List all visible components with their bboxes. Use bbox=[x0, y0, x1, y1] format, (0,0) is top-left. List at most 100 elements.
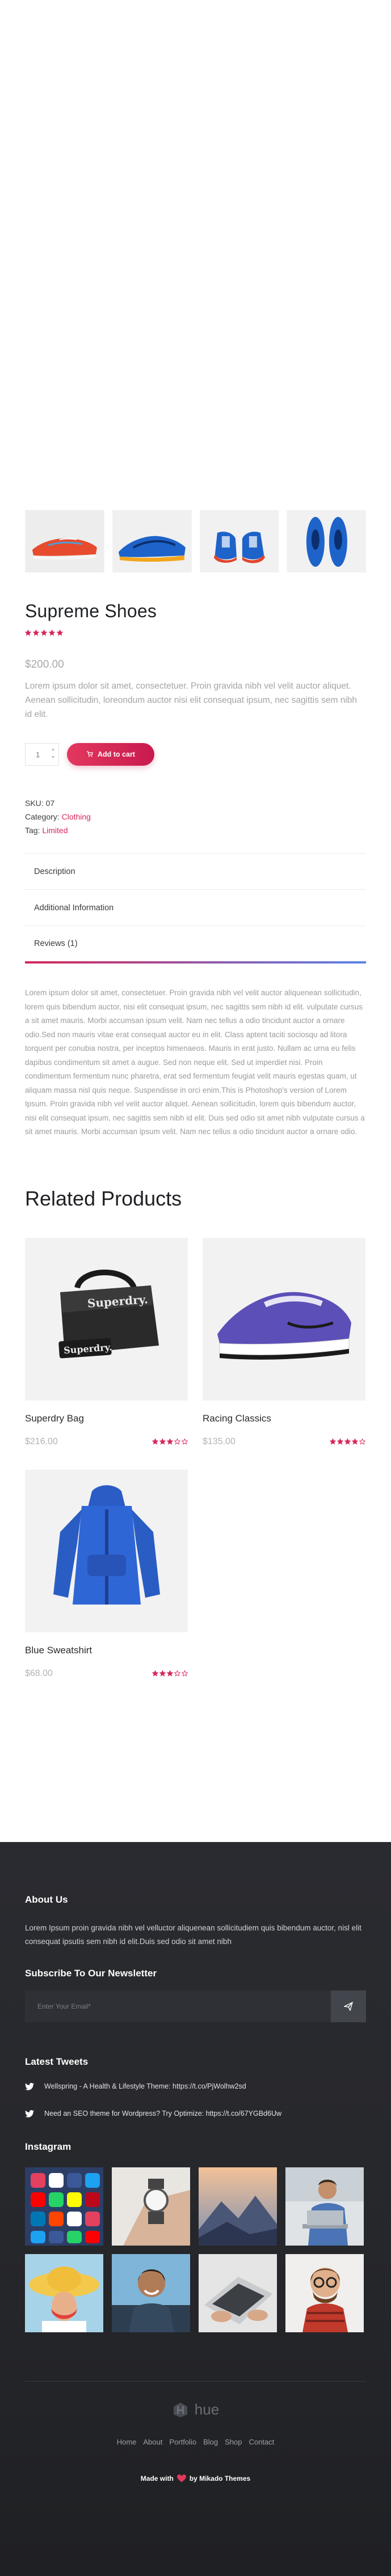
footer-nav-portfolio[interactable]: Portfolio bbox=[169, 2438, 196, 2446]
instagram-photo-man-glasses[interactable] bbox=[285, 2254, 364, 2332]
product-price: $135.00 bbox=[203, 1436, 236, 1446]
star-filled-icon bbox=[337, 1438, 343, 1445]
instagram-title: Instagram bbox=[25, 2141, 72, 2152]
star-empty-icon bbox=[182, 1438, 188, 1445]
twitter-icon bbox=[25, 2082, 34, 2090]
related-products-grid: Superdry. Superdry. Superdry Bag $216.00 bbox=[25, 1237, 366, 1679]
star-filled-icon bbox=[25, 630, 31, 636]
star-empty-icon bbox=[359, 1438, 365, 1445]
product-meta: SKU: 07 Category: Clothing Tag: Limited bbox=[25, 796, 366, 837]
cart-icon bbox=[86, 750, 93, 759]
instagram-photo-watch[interactable] bbox=[112, 2167, 190, 2246]
tweet-text: Need an SEO theme for Wordpress? Try Opt… bbox=[44, 2110, 281, 2117]
newsletter-form bbox=[25, 1991, 366, 2022]
product-short-description: Lorem ipsum dolor sit amet, consectetuer… bbox=[25, 681, 358, 719]
product-price: $68.00 bbox=[25, 1668, 53, 1678]
instagram-photo-laptop-hands[interactable] bbox=[199, 2254, 277, 2332]
footer-nav-shop[interactable]: Shop bbox=[225, 2438, 242, 2446]
tweet-item[interactable]: Wellspring - A Health & Lifestyle Theme:… bbox=[25, 2078, 366, 2095]
tab-additional-information[interactable]: Additional Information bbox=[25, 890, 366, 926]
site-footer: About Us Lorem Ipsum proin gravida nibh … bbox=[0, 1842, 391, 2576]
quantity-value: 1 bbox=[36, 750, 40, 759]
star-filled-icon bbox=[167, 1670, 173, 1677]
instagram-photo-straw-hat[interactable] bbox=[25, 2254, 103, 2332]
gallery-thumb-shoe-top[interactable] bbox=[287, 510, 366, 572]
product-image-blue-sweatshirt[interactable] bbox=[25, 1469, 188, 1632]
product-card: Superdry. Superdry. Superdry Bag $216.00 bbox=[25, 1237, 188, 1447]
star-empty-icon bbox=[182, 1670, 188, 1677]
star-filled-icon bbox=[159, 1670, 166, 1677]
footer-nav-about[interactable]: About bbox=[143, 2438, 162, 2446]
footer-nav-blog[interactable]: Blog bbox=[203, 2438, 218, 2446]
gallery-thumb-red-shoe[interactable] bbox=[25, 510, 104, 572]
add-to-cart-button[interactable]: Add to cart bbox=[67, 743, 154, 766]
product-main-image[interactable] bbox=[0, 0, 391, 510]
product-rating bbox=[152, 1670, 188, 1677]
chevron-up-icon[interactable]: ▲ bbox=[51, 748, 55, 752]
email-field[interactable] bbox=[25, 1991, 331, 2022]
product-image-racing-classics[interactable] bbox=[203, 1237, 365, 1401]
star-filled-icon bbox=[152, 1438, 158, 1445]
subscribe-button[interactable] bbox=[331, 1991, 366, 2022]
heart-icon bbox=[176, 2475, 186, 2482]
footer-nav-home[interactable]: Home bbox=[117, 2438, 137, 2446]
tab-panel-text: Lorem ipsum dolor sit amet, consectetuer… bbox=[25, 988, 365, 1136]
category-link[interactable]: Clothing bbox=[62, 812, 91, 821]
gallery-thumb-shoe-pair[interactable] bbox=[199, 510, 279, 572]
chevron-down-icon[interactable]: ▼ bbox=[51, 756, 55, 760]
credit-suffix[interactable]: by Mikado Themes bbox=[190, 2475, 250, 2482]
sku-row: SKU: 07 bbox=[25, 796, 366, 810]
star-filled-icon bbox=[159, 1438, 166, 1445]
gallery-thumb-blue-shoe[interactable] bbox=[112, 510, 192, 572]
instagram-photo-mountains[interactable] bbox=[199, 2167, 277, 2246]
instagram-photo-app-icons[interactable] bbox=[25, 2167, 103, 2246]
category-label: Category: bbox=[25, 812, 60, 821]
product-title: Supreme Shoes bbox=[25, 601, 157, 621]
add-to-cart-label: Add to cart bbox=[98, 750, 135, 758]
tab-description[interactable]: Description bbox=[25, 854, 366, 890]
instagram-grid bbox=[25, 2167, 366, 2332]
star-filled-icon bbox=[152, 1670, 158, 1677]
tweets-title: Latest Tweets bbox=[25, 2056, 89, 2067]
site-logo[interactable]: hue bbox=[25, 2401, 366, 2418]
star-empty-icon bbox=[174, 1670, 180, 1677]
tweet-item[interactable]: Need an SEO theme for Wordpress? Try Opt… bbox=[25, 2105, 366, 2122]
product-name[interactable]: Racing Classics bbox=[203, 1413, 365, 1424]
tag-link[interactable]: Limited bbox=[42, 826, 68, 835]
instagram-photo-man-smiling[interactable] bbox=[112, 2254, 190, 2332]
product-rating bbox=[330, 1438, 365, 1445]
product-tabs: Description Additional Information Revie… bbox=[25, 853, 366, 964]
footer-credit: Made with by Mikado Themes bbox=[25, 2475, 366, 2482]
product-card: Blue Sweatshirt $68.00 bbox=[25, 1469, 188, 1679]
sku-value: 07 bbox=[45, 799, 55, 808]
credit-prefix: Made with bbox=[140, 2475, 174, 2482]
product-price: $216.00 bbox=[25, 1436, 58, 1446]
related-products-title: Related Products bbox=[25, 1186, 182, 1210]
product-price: $200.00 bbox=[25, 659, 64, 670]
logo-mark-icon bbox=[173, 2402, 187, 2417]
star-filled-icon bbox=[330, 1438, 336, 1445]
product-image-superdry-bag[interactable]: Superdry. Superdry. bbox=[25, 1237, 188, 1401]
product-gallery-thumbnails bbox=[25, 510, 366, 572]
about-text: Lorem Ipsum proin gravida nibh vel vellu… bbox=[25, 1924, 361, 1946]
product-page: Supreme Shoes $200.00 Lorem ipsum dolor … bbox=[0, 0, 391, 2576]
quantity-stepper[interactable]: 1 ▲ ▼ bbox=[25, 743, 59, 766]
tweet-text: Wellspring - A Health & Lifestyle Theme:… bbox=[44, 2082, 246, 2090]
product-name[interactable]: Superdry Bag bbox=[25, 1413, 188, 1424]
sku-label: SKU: bbox=[25, 799, 44, 808]
tab-reviews[interactable]: Reviews (1) bbox=[25, 926, 366, 964]
instagram-photo-man-laptop[interactable] bbox=[285, 2167, 364, 2246]
add-to-cart-form: 1 ▲ ▼ Add to cart bbox=[25, 743, 366, 766]
twitter-icon bbox=[25, 2110, 34, 2117]
star-empty-icon bbox=[174, 1438, 180, 1445]
tweets-list: Wellspring - A Health & Lifestyle Theme:… bbox=[25, 2078, 366, 2122]
newsletter-title: Subscribe To Our Newsletter bbox=[25, 1968, 157, 1979]
product-rating bbox=[25, 630, 366, 636]
category-row: Category: Clothing bbox=[25, 810, 366, 824]
footer-nav-contact[interactable]: Contact bbox=[249, 2438, 274, 2446]
star-filled-icon bbox=[41, 630, 47, 636]
product-rating bbox=[152, 1438, 188, 1445]
product-card: Racing Classics $135.00 bbox=[203, 1237, 365, 1447]
logo-text: hue bbox=[194, 2401, 220, 2418]
product-name[interactable]: Blue Sweatshirt bbox=[25, 1645, 188, 1656]
